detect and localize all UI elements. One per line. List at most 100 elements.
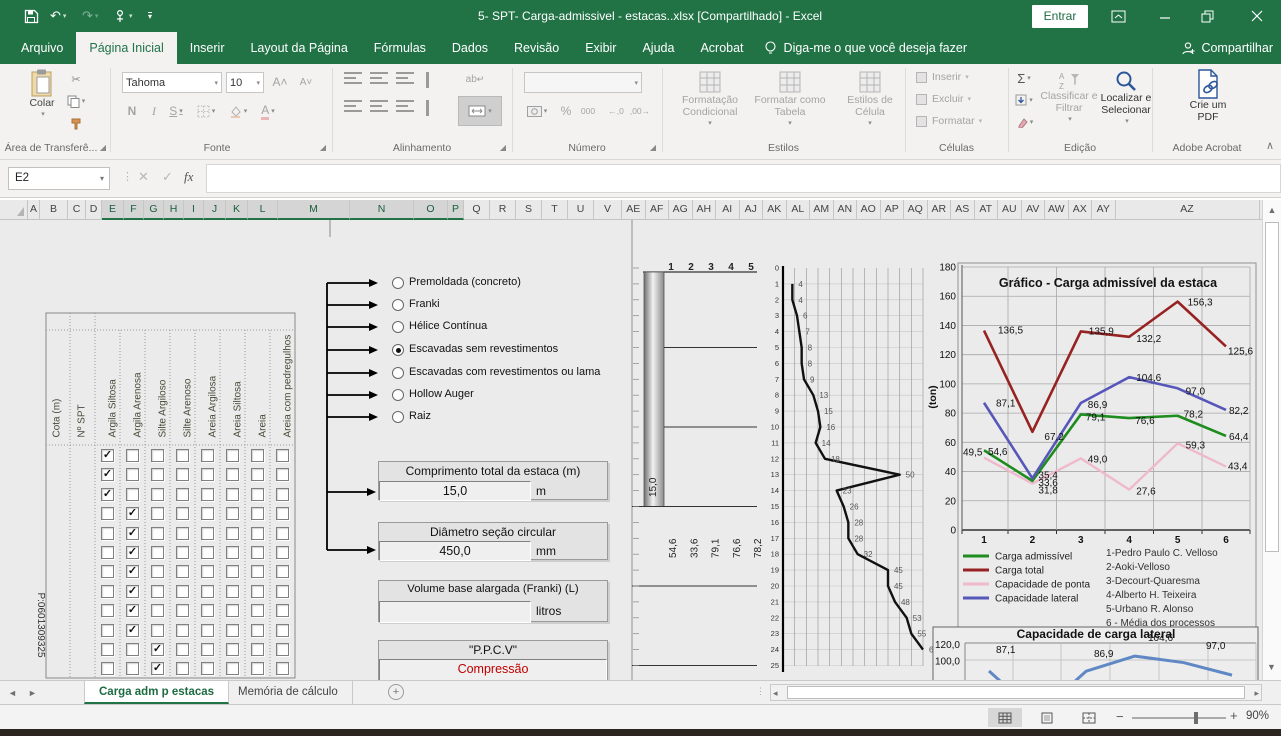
collapse-ribbon-button[interactable]: ∧ [1260,136,1280,154]
percent-style-button[interactable]: % [556,102,576,120]
soil-checkbox-r7-c4[interactable] [176,565,189,578]
col-header-S[interactable]: S [516,200,542,220]
soil-checkbox-r4-c8[interactable] [276,507,289,520]
col-header-AT[interactable]: AT [975,200,999,220]
autosum-button[interactable]: Σ▾ [1014,69,1034,87]
soil-checkbox-r11-c4[interactable] [176,643,189,656]
ribbon-tab-revis-o[interactable]: Revisão [501,32,572,64]
soil-checkbox-r12-c8[interactable] [276,662,289,675]
col-header-AU[interactable]: AU [998,200,1022,220]
ribbon-tab-arquivo[interactable]: Arquivo [8,32,76,64]
soil-checkbox-r9-c4[interactable] [176,604,189,617]
radio-raiz[interactable] [392,411,404,423]
soil-checkbox-r2-c8[interactable] [276,468,289,481]
radio-hollow-auger[interactable] [392,389,404,401]
soil-checkbox-r12-c7[interactable] [251,662,264,675]
soil-checkbox-r12-c4[interactable] [176,662,189,675]
cells-button-inserir[interactable]: Inserir▾ [916,71,1002,83]
soil-checkbox-r11-c5[interactable] [201,643,214,656]
soil-checkbox-r1-c1[interactable]: ✓ [101,449,114,462]
soil-checkbox-r1-c7[interactable] [251,449,264,462]
input-box-value[interactable]: Compressão [379,659,607,680]
page-break-view-button[interactable] [1072,708,1106,727]
soil-checkbox-r8-c3[interactable] [151,585,164,598]
decrease-decimal-button[interactable]: ,00→ [630,102,650,120]
sign-in-button[interactable]: Entrar [1032,5,1088,28]
fill-button[interactable]: ▾ [1014,91,1034,109]
soil-checkbox-r12-c5[interactable] [201,662,214,675]
col-header-U[interactable]: U [568,200,594,220]
soil-checkbox-r2-c2[interactable] [126,468,139,481]
soil-checkbox-r10-c3[interactable] [151,624,164,637]
soil-checkbox-r9-c2[interactable]: ✓ [126,604,139,617]
soil-checkbox-r7-c7[interactable] [251,565,264,578]
col-header-F[interactable]: F [124,200,144,220]
soil-checkbox-r3-c6[interactable] [226,488,239,501]
soil-checkbox-r6-c6[interactable] [226,546,239,559]
soil-checkbox-r12-c3[interactable]: ✓ [151,662,164,675]
input-box-value[interactable]: 450,0 [379,541,531,561]
col-header-R[interactable]: R [490,200,516,220]
radio-premoldada-concreto-[interactable] [392,277,404,289]
soil-checkbox-r8-c6[interactable] [226,585,239,598]
col-header-AE[interactable]: AE [622,200,646,220]
soil-checkbox-r3-c7[interactable] [251,488,264,501]
restore-button[interactable] [1190,0,1224,32]
soil-checkbox-r4-c2[interactable]: ✓ [126,507,139,520]
col-header-AJ[interactable]: AJ [740,200,764,220]
soil-checkbox-r11-c8[interactable] [276,643,289,656]
soil-checkbox-r10-c1[interactable] [101,624,114,637]
hscroll-right-icon[interactable]: ▸ [1254,688,1259,699]
input-box-value[interactable]: 15,0 [379,481,531,501]
soil-checkbox-r4-c6[interactable] [226,507,239,520]
soil-checkbox-r9-c5[interactable] [201,604,214,617]
soil-checkbox-r9-c7[interactable] [251,604,264,617]
col-header-G[interactable]: G [144,200,164,220]
soil-checkbox-r7-c1[interactable] [101,565,114,578]
sheet-nav-left-icon[interactable]: ◄ [8,688,17,698]
soil-checkbox-r1-c2[interactable] [126,449,139,462]
vscroll-thumb[interactable] [1265,222,1279,552]
soil-checkbox-r5-c6[interactable] [226,527,239,540]
soil-checkbox-r9-c6[interactable] [226,604,239,617]
sheet-tab-carga-adm-p-estacas[interactable]: Carga adm p estacas [84,681,229,704]
number-format-select[interactable]: ▾ [524,72,642,93]
soil-checkbox-r11-c2[interactable] [126,643,139,656]
col-header-AI[interactable]: AI [716,200,740,220]
col-header-AH[interactable]: AH [693,200,717,220]
soil-checkbox-r1-c4[interactable] [176,449,189,462]
input-box-ppcv[interactable]: "P.P.C.V"Compressão [378,640,608,680]
ribbon-tab-inserir[interactable]: Inserir [177,32,238,64]
font-name-select[interactable]: Tahoma▾ [122,72,222,93]
soil-checkbox-r10-c6[interactable] [226,624,239,637]
soil-checkbox-r6-c3[interactable] [151,546,164,559]
select-all-corner[interactable] [0,200,28,220]
col-header-AL[interactable]: AL [787,200,811,220]
increase-font-button[interactable]: A˄ [270,73,290,91]
soil-checkbox-r7-c8[interactable] [276,565,289,578]
zoom-level[interactable]: 90% [1246,710,1269,722]
col-header-B[interactable]: B [40,200,68,220]
soil-checkbox-r6-c5[interactable] [201,546,214,559]
soil-checkbox-r11-c1[interactable] [101,643,114,656]
cancel-icon[interactable]: ✕ [138,169,149,185]
soil-checkbox-r12-c6[interactable] [226,662,239,675]
col-header-A[interactable]: A [28,200,40,220]
col-header-AZ[interactable]: AZ [1116,200,1260,220]
col-header-L[interactable]: L [248,200,278,220]
soil-checkbox-r10-c4[interactable] [176,624,189,637]
soil-checkbox-r2-c7[interactable] [251,468,264,481]
cells-button-formatar[interactable]: Formatar▾ [916,115,1002,127]
soil-checkbox-r9-c8[interactable] [276,604,289,617]
normal-view-button[interactable] [988,708,1022,727]
col-header-AV[interactable]: AV [1022,200,1046,220]
soil-checkbox-r2-c5[interactable] [201,468,214,481]
undo-button[interactable]: ↶▾ [50,0,66,32]
soil-checkbox-r2-c4[interactable] [176,468,189,481]
soil-checkbox-r9-c3[interactable] [151,604,164,617]
col-header-D[interactable]: D [86,200,102,220]
soil-checkbox-r6-c4[interactable] [176,546,189,559]
col-header-AM[interactable]: AM [810,200,834,220]
soil-checkbox-r8-c8[interactable] [276,585,289,598]
soil-checkbox-r7-c3[interactable] [151,565,164,578]
